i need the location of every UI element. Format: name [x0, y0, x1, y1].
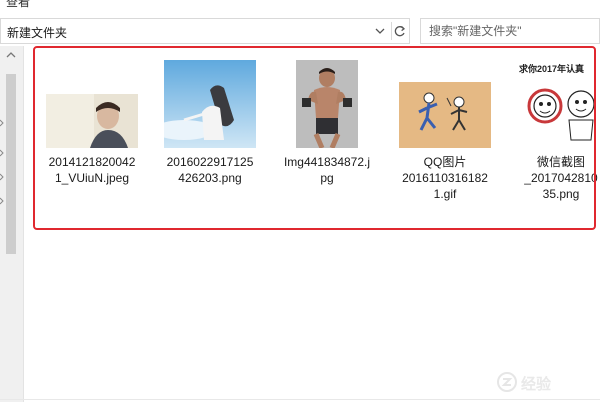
- view-menu[interactable]: 查看: [6, 0, 30, 10]
- watermark-text: 经验: [521, 376, 552, 393]
- chevron-down-icon[interactable]: [373, 22, 387, 40]
- bottom-divider: [0, 399, 600, 400]
- address-bar[interactable]: 新建文件夹: [0, 18, 410, 44]
- search-box[interactable]: [420, 18, 600, 44]
- expand-chevron-icon[interactable]: [0, 146, 5, 157]
- expand-chevron-icon[interactable]: [0, 170, 5, 181]
- scroll-up-icon[interactable]: [4, 48, 18, 62]
- watermark-logo-icon: [497, 372, 517, 392]
- navigation-pane[interactable]: [0, 46, 24, 402]
- scrollbar-thumb[interactable]: [3, 74, 19, 254]
- refresh-icon[interactable]: [391, 22, 408, 40]
- selection-highlight: [33, 46, 596, 230]
- watermark: 经验: [497, 372, 597, 393]
- search-input[interactable]: [429, 23, 589, 39]
- expand-chevron-icon[interactable]: [0, 194, 5, 205]
- expand-chevron-icon[interactable]: [0, 116, 5, 127]
- title-strip: 查看: [0, 0, 600, 16]
- address-path[interactable]: 新建文件夹: [7, 24, 67, 41]
